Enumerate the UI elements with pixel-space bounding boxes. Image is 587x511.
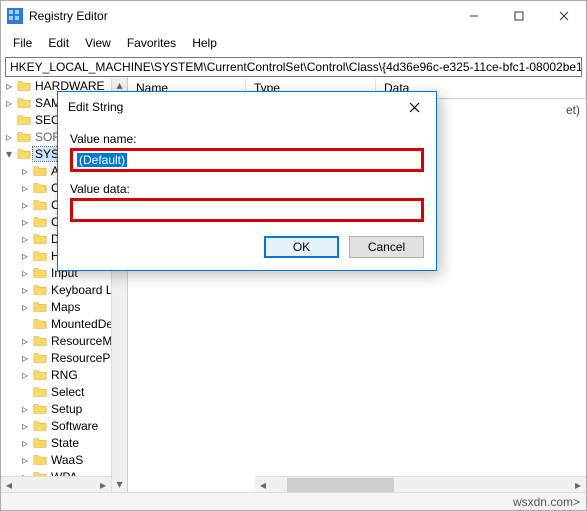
expand-icon[interactable]: ▾ <box>3 148 15 160</box>
scroll-right-icon[interactable]: ▸ <box>95 477 111 493</box>
close-button[interactable] <box>541 2 586 30</box>
expand-icon[interactable] <box>19 318 31 330</box>
expand-icon[interactable]: ▹ <box>19 454 31 466</box>
scroll-thumb[interactable] <box>287 478 394 492</box>
dialog-body: Value name: (Default) Value data: OK Can… <box>58 122 436 270</box>
expand-icon[interactable]: ▹ <box>3 97 15 109</box>
expand-icon[interactable]: ▹ <box>19 420 31 432</box>
cancel-button[interactable]: Cancel <box>349 236 424 258</box>
value-data-input[interactable] <box>77 202 417 218</box>
expand-icon[interactable]: ▹ <box>3 131 15 143</box>
ok-button[interactable]: OK <box>264 236 339 258</box>
dialog-close-button[interactable] <box>398 95 430 119</box>
scroll-left-icon[interactable]: ◂ <box>1 477 17 493</box>
menu-view[interactable]: View <box>77 33 119 53</box>
expand-icon[interactable]: ▹ <box>19 250 31 262</box>
tree-item-label: RNG <box>49 368 80 382</box>
expand-icon[interactable]: ▹ <box>19 352 31 364</box>
tree-item[interactable]: ▹ WaaS <box>1 451 127 468</box>
list-hscrollbar[interactable]: ◂ ▸ <box>255 476 586 492</box>
regedit-icon <box>7 8 23 24</box>
expand-icon[interactable]: ▹ <box>19 335 31 347</box>
expand-icon[interactable]: ▹ <box>19 301 31 313</box>
main-window: Registry Editor File Edit View Favorites… <box>0 0 587 511</box>
tree-item-label: Setup <box>49 402 84 416</box>
expand-icon[interactable] <box>19 386 31 398</box>
address-bar[interactable]: HKEY_LOCAL_MACHINE\SYSTEM\CurrentControl… <box>5 57 582 77</box>
tree-hscrollbar[interactable]: ◂▸ <box>1 476 111 492</box>
maximize-button[interactable] <box>496 2 541 30</box>
window-controls <box>451 2 586 30</box>
tree-item[interactable]: ▹ State <box>1 434 127 451</box>
tree-item[interactable]: ▹ResourceManager <box>1 332 127 349</box>
expand-icon[interactable]: ▹ <box>19 165 31 177</box>
value-data-label: Value data: <box>70 182 424 196</box>
expand-icon[interactable]: ▹ <box>19 437 31 449</box>
menu-edit[interactable]: Edit <box>40 33 77 53</box>
tree-item[interactable]: ▹ Software <box>1 417 127 434</box>
tree-item-label: WaaS <box>49 453 85 467</box>
status-text: wsxdn.com> <box>513 495 580 509</box>
expand-icon[interactable]: ▹ <box>19 199 31 211</box>
list-row-data-partial: et) <box>566 103 580 117</box>
titlebar: Registry Editor <box>1 1 586 31</box>
value-name-label: Value name: <box>70 132 424 146</box>
expand-icon[interactable]: ▹ <box>19 216 31 228</box>
tree-item-label: Select <box>49 385 86 399</box>
menubar: File Edit View Favorites Help <box>1 31 586 55</box>
tree-item[interactable]: ▹Keyboard Layout <box>1 281 127 298</box>
address-text: HKEY_LOCAL_MACHINE\SYSTEM\CurrentControl… <box>10 60 582 74</box>
tree-item-label: Software <box>49 419 100 433</box>
dialog-titlebar[interactable]: Edit String <box>58 92 436 122</box>
menu-file[interactable]: File <box>5 33 40 53</box>
expand-icon[interactable]: ▹ <box>19 369 31 381</box>
value-data-field[interactable] <box>70 198 424 222</box>
tree-item[interactable]: ▹ RNG <box>1 366 127 383</box>
value-name-field[interactable]: (Default) <box>70 148 424 172</box>
tree-item[interactable]: ▹ Maps <box>1 298 127 315</box>
expand-icon[interactable]: ▹ <box>19 403 31 415</box>
scroll-right-icon[interactable]: ▸ <box>570 477 586 493</box>
tree-item-label: State <box>49 436 81 450</box>
tree-item[interactable]: MountedDevices <box>1 315 127 332</box>
expand-icon[interactable]: ▹ <box>19 182 31 194</box>
expand-icon[interactable]: ▹ <box>3 80 15 92</box>
expand-icon[interactable] <box>3 114 15 126</box>
window-title: Registry Editor <box>29 9 451 23</box>
tree-item-label: Maps <box>49 300 82 314</box>
expand-icon[interactable]: ▹ <box>19 284 31 296</box>
scroll-left-icon[interactable]: ◂ <box>255 477 271 493</box>
menu-help[interactable]: Help <box>184 33 225 53</box>
statusbar: wsxdn.com> <box>1 492 586 510</box>
dialog-title: Edit String <box>68 100 398 114</box>
edit-string-dialog: Edit String Value name: (Default) Value … <box>57 91 437 271</box>
minimize-button[interactable] <box>451 2 496 30</box>
expand-icon[interactable]: ▹ <box>19 267 31 279</box>
tree-item[interactable]: ▹ Setup <box>1 400 127 417</box>
dialog-buttons: OK Cancel <box>70 236 424 258</box>
scroll-down-icon[interactable]: ▾ <box>112 476 128 492</box>
tree-item[interactable]: Select <box>1 383 127 400</box>
menu-favorites[interactable]: Favorites <box>119 33 184 53</box>
expand-icon[interactable]: ▹ <box>19 233 31 245</box>
tree-item[interactable]: ▹ResourcePolicyStore <box>1 349 127 366</box>
value-name-input[interactable]: (Default) <box>77 153 127 167</box>
